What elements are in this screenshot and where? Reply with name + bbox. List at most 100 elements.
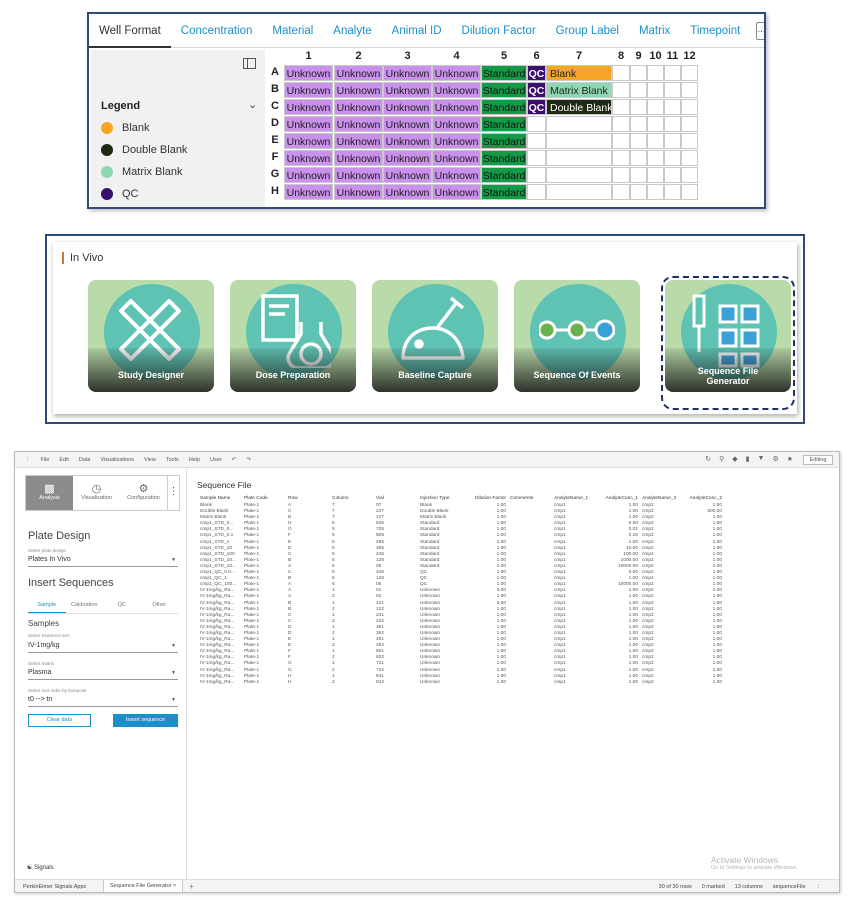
plate-well[interactable]: Standard	[481, 150, 527, 166]
refresh-icon[interactable]: ↻	[705, 455, 711, 463]
plate-well[interactable]: Unknown	[432, 99, 481, 115]
plate-well[interactable]: Unknown	[383, 167, 432, 183]
tab-other[interactable]: Other	[141, 598, 179, 613]
plate-well[interactable]	[630, 99, 647, 115]
tab-group-label[interactable]: Group Label	[546, 14, 629, 48]
plate-well[interactable]: Double Blank	[546, 99, 612, 115]
plate-well[interactable]: Unknown	[284, 116, 333, 132]
tag-icon[interactable]: ◆	[732, 455, 737, 463]
plate-well[interactable]	[612, 133, 630, 149]
plate-well[interactable]: QC	[527, 82, 546, 98]
column-header[interactable]: Plate Code	[242, 494, 286, 503]
tab-concentration[interactable]: Concentration	[171, 14, 263, 48]
plate-well[interactable]	[647, 133, 664, 149]
plate-well[interactable]: Standard	[481, 99, 527, 115]
card-dose-preparation[interactable]: Dose Preparation	[230, 280, 356, 392]
plate-well[interactable]	[527, 133, 546, 149]
plate-well[interactable]	[647, 99, 664, 115]
menu-view[interactable]: View	[144, 457, 156, 463]
plate-well[interactable]: Unknown	[432, 82, 481, 98]
plate-well[interactable]: Unknown	[383, 133, 432, 149]
plate-well[interactable]	[630, 116, 647, 132]
menu-edit[interactable]: Edit	[59, 457, 68, 463]
plate-well[interactable]: Unknown	[284, 133, 333, 149]
column-header[interactable]: Sample Name	[198, 494, 242, 503]
plate-design-select[interactable]: Plates In Vivo ▼	[28, 555, 178, 567]
mode-badge[interactable]: Editing	[803, 455, 833, 465]
clear-data-button[interactable]: Clear data	[28, 714, 91, 727]
tab-well-format[interactable]: Well Format	[89, 14, 171, 48]
bookmark-icon[interactable]: ▮	[746, 455, 750, 463]
share-icon[interactable]: ★	[787, 455, 793, 463]
plate-well[interactable]	[681, 65, 698, 81]
plate-well[interactable]	[630, 65, 647, 81]
plate-well[interactable]	[612, 116, 630, 132]
plate-well[interactable]	[647, 150, 664, 166]
plate-well[interactable]: Standard	[481, 82, 527, 98]
more-tabs-button[interactable]: ...	[756, 21, 764, 40]
plate-well[interactable]	[546, 167, 612, 183]
plate-well[interactable]	[647, 184, 664, 200]
plate-well[interactable]	[546, 150, 612, 166]
plate-well[interactable]	[630, 82, 647, 98]
plate-well[interactable]	[681, 150, 698, 166]
plate-well[interactable]: Standard	[481, 184, 527, 200]
plate-well[interactable]: Blank	[546, 65, 612, 81]
menu-visualizations[interactable]: Visualizations	[100, 457, 134, 463]
tab-configuration[interactable]: ⚙ Configuration	[120, 476, 167, 510]
tab-calibration[interactable]: Calibration	[66, 598, 104, 613]
plate-well[interactable]: Unknown	[334, 99, 383, 115]
tab-material[interactable]: Material	[262, 14, 323, 48]
plate-well[interactable]: Unknown	[432, 167, 481, 183]
plate-well[interactable]: Unknown	[334, 167, 383, 183]
table-row[interactable]: IV-1mg/kg_Ra... Plate-1 H 2 842 Unknown 1.00 cm…	[198, 680, 724, 686]
plate-well[interactable]: Unknown	[334, 65, 383, 81]
menu-toggle-icon[interactable]: ⋮	[25, 457, 31, 463]
tab-animal-id[interactable]: Animal ID	[382, 14, 452, 48]
plate-well[interactable]	[546, 133, 612, 149]
plate-well[interactable]: QC	[527, 65, 546, 81]
active-table[interactable]: sequenceFile	[773, 884, 806, 890]
plate-well[interactable]: Unknown	[383, 99, 432, 115]
plate-well[interactable]: Unknown	[432, 133, 481, 149]
tab-analyte[interactable]: Analyte	[323, 14, 381, 48]
tab-visualization[interactable]: ◷ Visualization	[73, 476, 120, 510]
plate-well[interactable]	[664, 65, 681, 81]
plate-well[interactable]	[612, 82, 630, 98]
menu-tools[interactable]: Tools	[166, 457, 179, 463]
plate-well[interactable]: Unknown	[284, 167, 333, 183]
plate-well[interactable]	[664, 133, 681, 149]
plate-well[interactable]	[546, 184, 612, 200]
plate-well[interactable]: Standard	[481, 116, 527, 132]
plate-well[interactable]: Unknown	[284, 99, 333, 115]
filter-icon[interactable]: ▼	[758, 455, 765, 463]
column-header[interactable]: AnalyteName_2	[640, 494, 684, 503]
card-study-designer[interactable]: Study Designer	[88, 280, 214, 392]
plate-well[interactable]	[664, 150, 681, 166]
plate-well[interactable]: Unknown	[284, 82, 333, 98]
redo-icon[interactable]: ↷	[246, 457, 251, 463]
plate-well[interactable]: Unknown	[432, 116, 481, 132]
plate-well[interactable]	[681, 82, 698, 98]
search-icon[interactable]: ⚲	[719, 455, 724, 463]
plate-well[interactable]	[647, 82, 664, 98]
plate-well[interactable]	[612, 150, 630, 166]
menu-help[interactable]: Help	[189, 457, 200, 463]
column-header[interactable]: Row	[286, 494, 330, 503]
plate-well[interactable]: Unknown	[284, 184, 333, 200]
plate-well[interactable]: Unknown	[284, 65, 333, 81]
more-options-icon[interactable]: ⋮	[167, 476, 179, 510]
plate-well[interactable]	[664, 184, 681, 200]
plate-well[interactable]: Unknown	[284, 150, 333, 166]
gear-icon[interactable]: ⚙	[772, 455, 778, 463]
plate-well[interactable]	[612, 167, 630, 183]
plate-well[interactable]: Unknown	[334, 82, 383, 98]
tab-sequence-file-generator[interactable]: Sequence File Generator ×	[103, 880, 184, 892]
card-baseline-capture[interactable]: Baseline Capture	[372, 280, 498, 392]
plate-well[interactable]	[647, 116, 664, 132]
plate-well[interactable]	[527, 184, 546, 200]
column-header[interactable]: Dilution Factor	[466, 494, 508, 503]
plate-well[interactable]	[612, 99, 630, 115]
plate-well[interactable]: Standard	[481, 133, 527, 149]
plate-well[interactable]	[664, 167, 681, 183]
